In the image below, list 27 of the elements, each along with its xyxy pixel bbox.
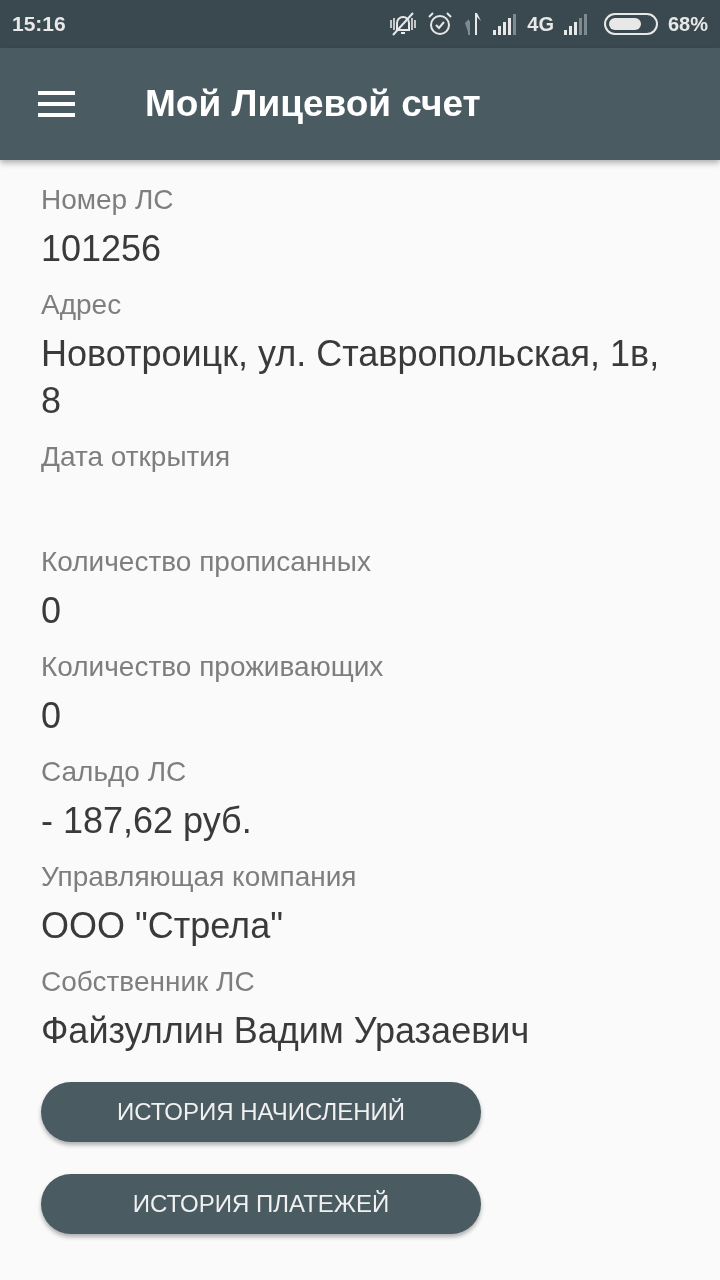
field-label: Количество прописанных xyxy=(41,545,372,579)
field-value: 0 xyxy=(41,694,63,738)
battery-icon xyxy=(603,13,658,35)
field-value: Файзуллин Вадим Уразаевич xyxy=(41,1009,531,1053)
field-label: Управляющая компания xyxy=(41,860,358,894)
bell-slash-icon xyxy=(389,11,418,37)
battery-percent: 68% xyxy=(667,12,708,37)
field-label: Номер ЛС xyxy=(41,183,175,217)
alarm-clock-icon xyxy=(427,11,454,37)
field-value: Новотроицк, ул. Ставропольская, 1в, 8 xyxy=(41,332,661,423)
network-type: 4G xyxy=(527,12,554,37)
field-label: Адрес xyxy=(41,288,123,322)
menu-icon[interactable] xyxy=(38,91,75,117)
field-label: Собственник ЛС xyxy=(41,965,256,999)
field-label: Дата открытия xyxy=(41,440,232,474)
signal-icon xyxy=(563,13,588,35)
app-title: Мой Лицевой счет xyxy=(145,82,481,127)
field-value: 0 xyxy=(41,589,63,633)
field-value: 101256 xyxy=(41,227,163,271)
field-value: - 187,62 руб. xyxy=(41,799,253,843)
signal-icon xyxy=(493,13,518,35)
field-label: Количество проживающих xyxy=(41,650,385,684)
field-label: Сальдо ЛС xyxy=(41,755,188,789)
history-button[interactable]: ИСТОРИЯ ПЛАТЕЖЕЙ xyxy=(41,1174,481,1234)
field-value: ООО "Стрела" xyxy=(41,904,284,948)
history-button[interactable]: ИСТОРИЯ НАЧИСЛЕНИЙ xyxy=(41,1082,481,1142)
status-time: 15:16 xyxy=(12,11,66,38)
